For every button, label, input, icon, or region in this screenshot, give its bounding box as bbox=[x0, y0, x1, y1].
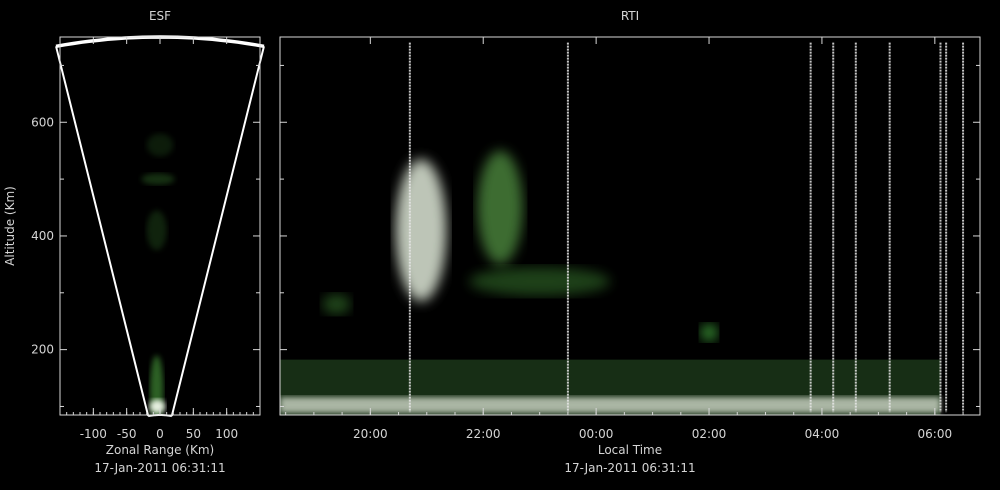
esf-axes: 200 400 600 -100 -50 0 50 100 bbox=[31, 37, 261, 441]
esf-echo bbox=[146, 210, 167, 251]
rti-panel: RTI 20:00 22:00 00:00 02:00 04:00 06:00 Local… bbox=[279, 9, 981, 475]
esf-xlabel: Zonal Range (Km) bbox=[106, 443, 214, 457]
esf-ytick-label: 200 bbox=[31, 343, 54, 357]
rti-xtick-label: 06:00 bbox=[918, 427, 953, 441]
rti-plot-frame bbox=[279, 36, 981, 416]
rti-plume bbox=[477, 150, 523, 265]
esf-timestamp: 17-Jan-2011 06:31:11 bbox=[94, 461, 225, 475]
rti-xtick-label: 00:00 bbox=[579, 427, 614, 441]
radar-figure: ESF 200 400 600 -100 -50 0 50 100 Altitude (Km)… bbox=[3, 9, 981, 475]
rti-xtick-label: 02:00 bbox=[692, 427, 727, 441]
rti-xtick-label: 04:00 bbox=[805, 427, 840, 441]
esf-echo bbox=[149, 399, 166, 414]
esf-xtick-label: 100 bbox=[215, 427, 238, 441]
rti-xlabel: Local Time bbox=[598, 443, 662, 457]
esf-ytick-label: 400 bbox=[31, 229, 54, 243]
esf-xtick-label: -100 bbox=[80, 427, 107, 441]
esf-xtick-label: 50 bbox=[186, 427, 201, 441]
esf-panel: ESF 200 400 600 -100 -50 0 50 100 Altitude (Km)… bbox=[3, 9, 265, 475]
rti-xtick-label: 22:00 bbox=[466, 427, 501, 441]
rti-bottom-echo bbox=[280, 397, 941, 413]
rti-plume bbox=[395, 159, 447, 302]
rti-plume bbox=[469, 267, 611, 296]
rti-xtick-label: 20:00 bbox=[353, 427, 388, 441]
esf-ylabel: Altitude (Km) bbox=[3, 186, 17, 266]
rti-timestamp: 17-Jan-2011 06:31:11 bbox=[564, 461, 695, 475]
rti-title: RTI bbox=[621, 9, 639, 23]
esf-title: ESF bbox=[149, 9, 171, 23]
esf-xtick-label: 0 bbox=[156, 427, 164, 441]
esf-xtick-label: -50 bbox=[117, 427, 137, 441]
rti-plume bbox=[322, 294, 351, 315]
esf-ytick-label: 600 bbox=[31, 115, 54, 129]
esf-echo bbox=[146, 133, 174, 157]
rti-echo-layer bbox=[280, 42, 965, 415]
esf-echo-layer bbox=[141, 133, 175, 415]
rti-plume bbox=[700, 324, 718, 342]
esf-echo bbox=[141, 173, 175, 185]
